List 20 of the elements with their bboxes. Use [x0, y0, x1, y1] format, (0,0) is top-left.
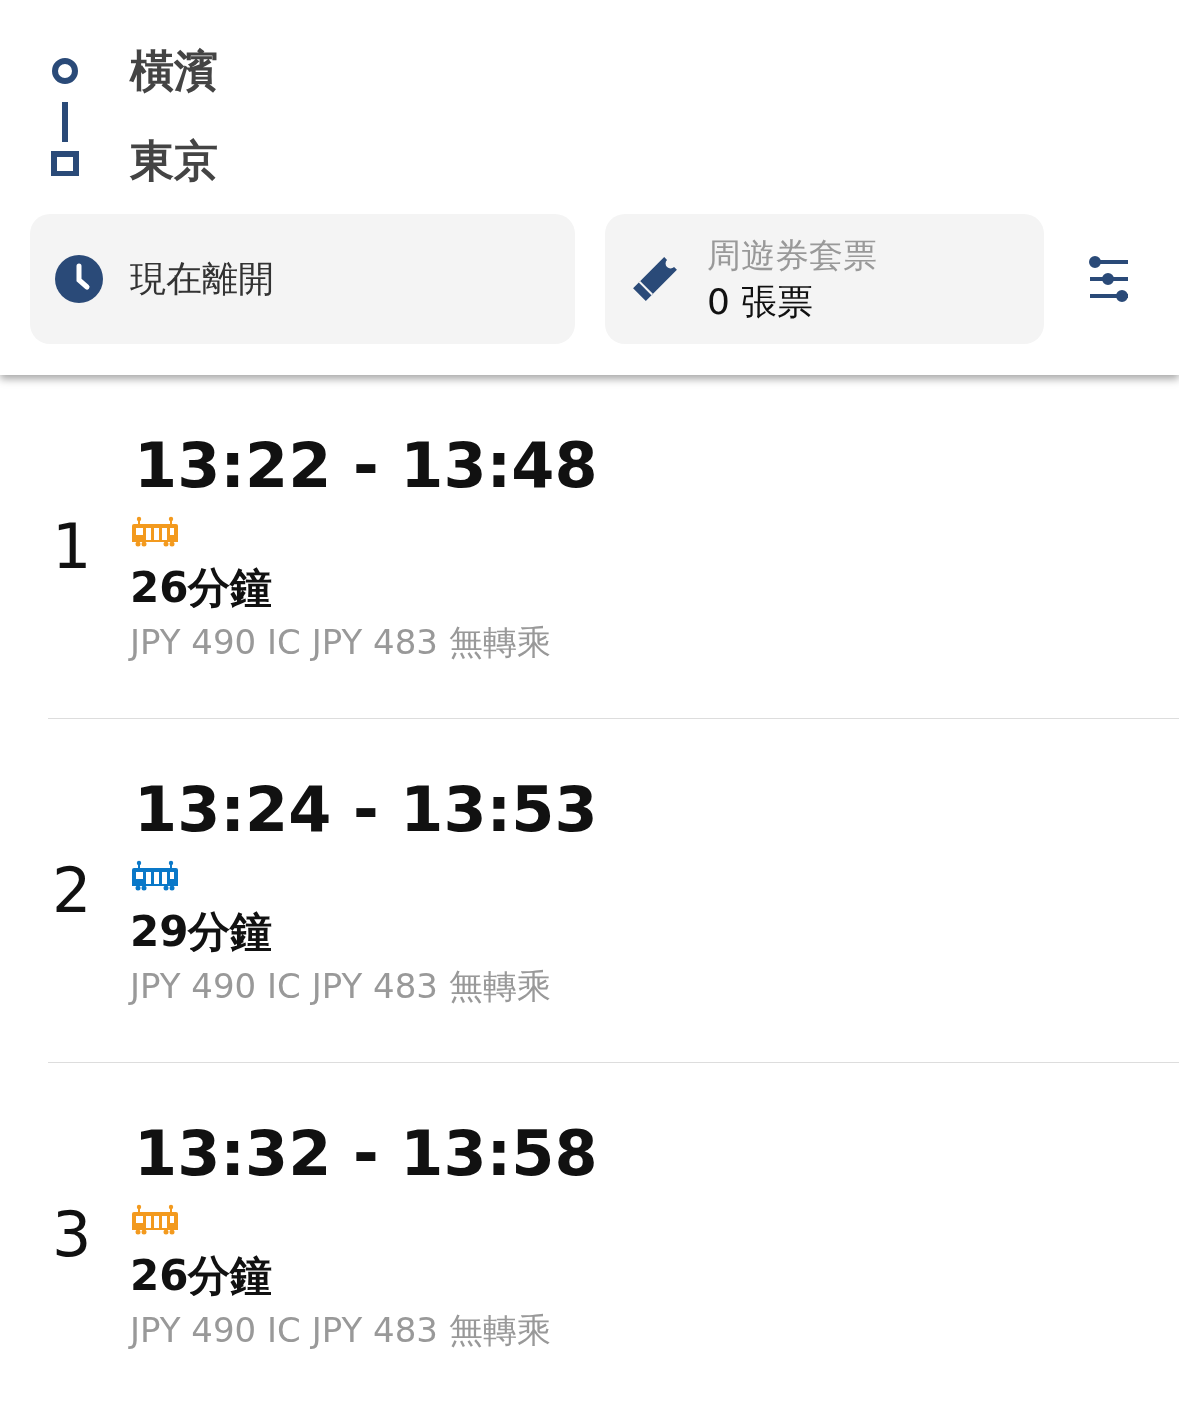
rail-pass-button[interactable]: 周遊券套票 0 張票 — [605, 214, 1044, 344]
sliders-icon — [1088, 256, 1130, 302]
trip-duration: 26分鐘 — [130, 1249, 273, 1302]
filter-button[interactable] — [1088, 256, 1130, 302]
result-number: 1 — [51, 510, 93, 583]
destination-station[interactable]: 東京 — [130, 130, 218, 192]
result-number: 3 — [51, 1198, 93, 1271]
origin-station[interactable]: 橫濱 — [130, 40, 218, 102]
departure-arrival-times[interactable]: 13:24 - 13:53 — [134, 769, 598, 850]
fare-summary: JPY 490 IC JPY 483 無轉乘 — [130, 1308, 551, 1352]
trip-duration: 29分鐘 — [130, 905, 273, 958]
route-line-icon — [50, 56, 80, 176]
fare-summary: JPY 490 IC JPY 483 無轉乘 — [130, 620, 551, 664]
departure-arrival-times[interactable]: 13:22 - 13:48 — [134, 425, 598, 506]
result-number: 2 — [51, 854, 93, 927]
departure-time-button[interactable]: 現在離開 — [30, 214, 575, 344]
fare-summary: JPY 490 IC JPY 483 無轉乘 — [130, 964, 551, 1008]
clock-icon — [54, 254, 104, 304]
departure-arrival-times[interactable]: 13:32 - 13:58 — [134, 1113, 598, 1194]
trip-duration: 26分鐘 — [130, 561, 273, 614]
